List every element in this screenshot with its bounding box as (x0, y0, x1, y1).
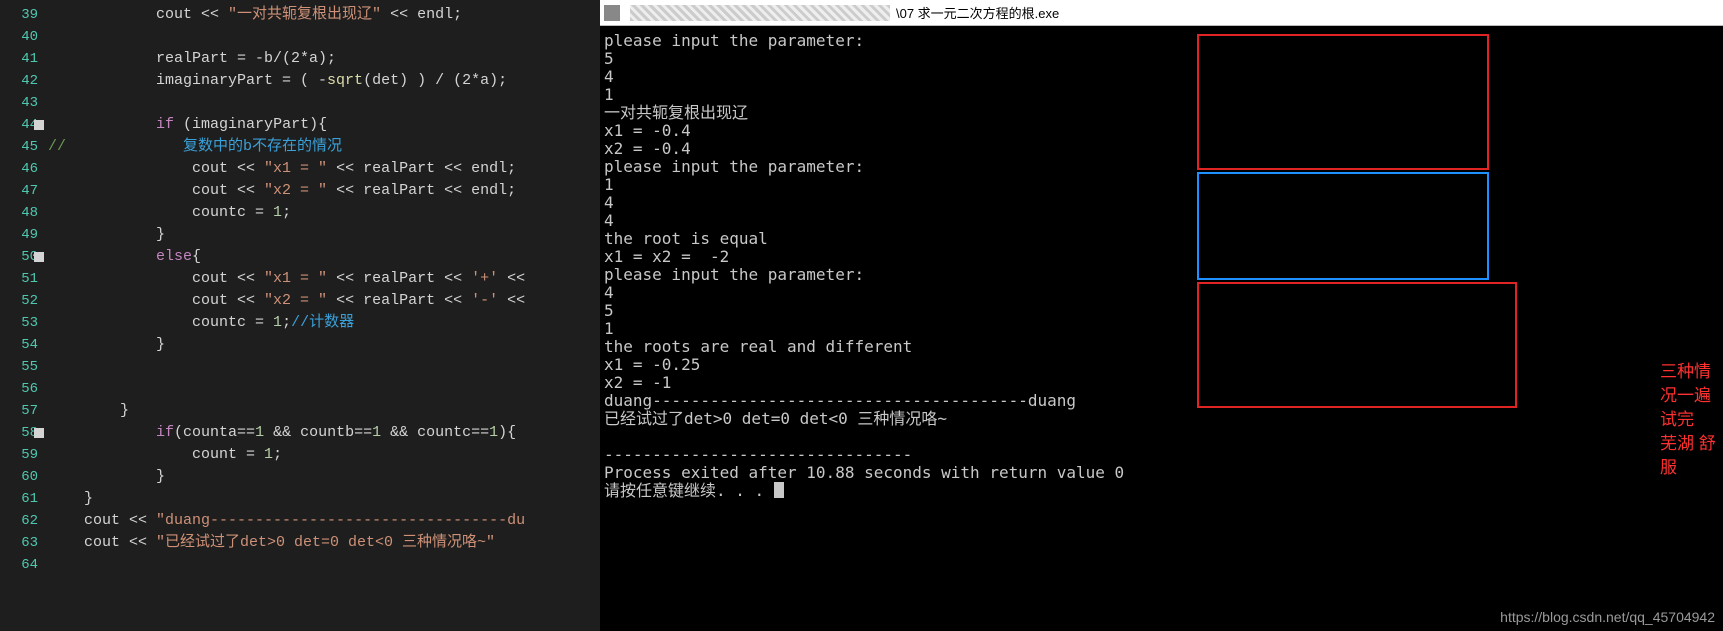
code-line[interactable] (48, 26, 525, 48)
console-line: 一对共轭复根出现辽 (604, 104, 1723, 122)
fold-toggle-icon[interactable] (34, 120, 44, 130)
annotation-line2: 芜湖 舒服 (1660, 432, 1723, 480)
console-line: x1 = -0.4 (604, 122, 1723, 140)
code-line[interactable]: countc = 1;//计数器 (48, 312, 525, 334)
console-window: \07 求一元二次方程的根.exe please input the param… (600, 0, 1723, 631)
console-line: the root is equal (604, 230, 1723, 248)
code-line[interactable]: } (48, 334, 525, 356)
code-line[interactable]: } (48, 400, 525, 422)
console-line: x2 = -0.4 (604, 140, 1723, 158)
console-line: -------------------------------- (604, 446, 1723, 464)
console-line: duang-----------------------------------… (604, 392, 1723, 410)
code-line[interactable]: } (48, 466, 525, 488)
code-line[interactable]: } (48, 488, 525, 510)
code-line[interactable] (48, 554, 525, 576)
console-line: 4 (604, 194, 1723, 212)
console-output[interactable]: please input the parameter:541一对共轭复根出现辽x… (600, 26, 1723, 500)
console-line: 5 (604, 302, 1723, 320)
code-line[interactable]: if(counta==1 && countb==1 && countc==1){ (48, 422, 525, 444)
fold-column (34, 0, 48, 631)
code-editor[interactable]: 3940414243444546474849505152535455565758… (0, 0, 600, 631)
console-line: please input the parameter: (604, 32, 1723, 50)
console-titlebar[interactable]: \07 求一元二次方程的根.exe (600, 0, 1723, 26)
console-line: please input the parameter: (604, 158, 1723, 176)
console-line: the roots are real and different (604, 338, 1723, 356)
code-line[interactable]: else{ (48, 246, 525, 268)
code-line[interactable] (48, 92, 525, 114)
code-line[interactable]: cout << "x1 = " << realPart << '+' << (48, 268, 525, 290)
code-line[interactable]: countc = 1; (48, 202, 525, 224)
console-line: 1 (604, 320, 1723, 338)
code-line[interactable]: cout << "duang--------------------------… (48, 510, 525, 532)
app-icon (604, 5, 620, 21)
code-line[interactable]: // 复数中的b不存在的情况 (48, 136, 525, 158)
code-line[interactable] (48, 378, 525, 400)
console-line: 4 (604, 284, 1723, 302)
console-line: 1 (604, 86, 1723, 104)
console-line: please input the parameter: (604, 266, 1723, 284)
code-area[interactable]: cout << "一对共轭复根出现辽" << endl; realPart = … (48, 4, 525, 576)
console-line: x2 = -1 (604, 374, 1723, 392)
annotation-line1: 三种情况一遍试完 (1660, 360, 1723, 432)
cursor-icon (774, 482, 784, 498)
console-line: x1 = x2 = -2 (604, 248, 1723, 266)
root: 3940414243444546474849505152535455565758… (0, 0, 1723, 631)
code-line[interactable]: cout << "x2 = " << realPart << '-' << (48, 290, 525, 312)
code-line[interactable]: } (48, 224, 525, 246)
titlebar-path-tail: \07 求一元二次方程的根.exe (896, 3, 1059, 22)
code-line[interactable]: count = 1; (48, 444, 525, 466)
code-line[interactable]: cout << "已经试过了det>0 det=0 det<0 三种情况咯~" (48, 532, 525, 554)
console-line: 4 (604, 212, 1723, 230)
console-line: 1 (604, 176, 1723, 194)
console-line (604, 428, 1723, 446)
console-line: x1 = -0.25 (604, 356, 1723, 374)
annotation-text: 三种情况一遍试完 芜湖 舒服 (1660, 360, 1723, 480)
code-line[interactable]: imaginaryPart = ( -sqrt(det) ) / (2*a); (48, 70, 525, 92)
console-line: 已经试过了det>0 det=0 det<0 三种情况咯~ (604, 410, 1723, 428)
titlebar-pixelated-path (630, 5, 890, 21)
console-line: 4 (604, 68, 1723, 86)
fold-toggle-icon[interactable] (34, 428, 44, 438)
code-line[interactable]: cout << "一对共轭复根出现辽" << endl; (48, 4, 525, 26)
code-line[interactable]: realPart = -b/(2*a); (48, 48, 525, 70)
watermark: https://blog.csdn.net/qq_45704942 (1500, 609, 1715, 625)
console-line: 5 (604, 50, 1723, 68)
code-line[interactable]: cout << "x1 = " << realPart << endl; (48, 158, 525, 180)
console-line: 请按任意键继续. . . (604, 482, 1723, 500)
code-line[interactable]: cout << "x2 = " << realPart << endl; (48, 180, 525, 202)
code-line[interactable]: if (imaginaryPart){ (48, 114, 525, 136)
console-line: Process exited after 10.88 seconds with … (604, 464, 1723, 482)
fold-toggle-icon[interactable] (34, 252, 44, 262)
code-line[interactable] (48, 356, 525, 378)
